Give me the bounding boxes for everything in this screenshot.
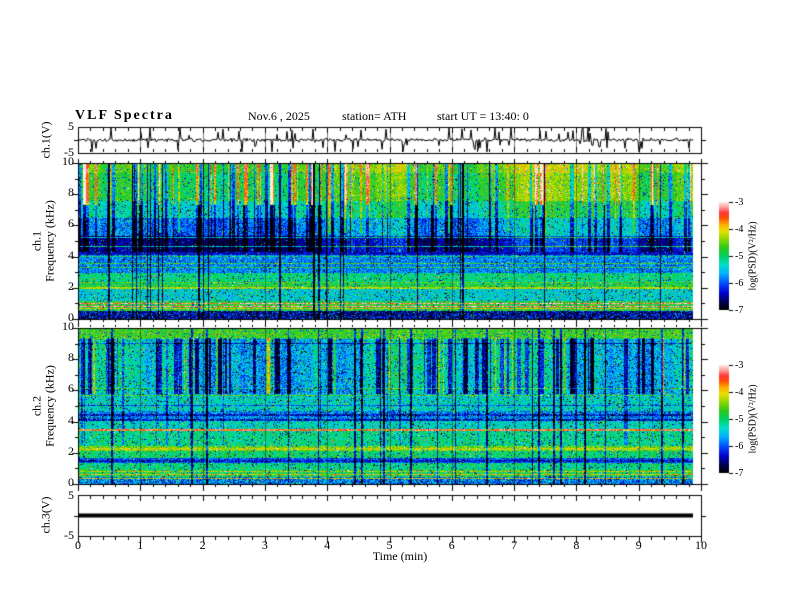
- colorbar1-tick-label: -3: [735, 197, 744, 208]
- spec2-freq-axis-label: Frequency (kHz): [42, 365, 57, 447]
- spec1-freq-axis-label: Frequency (kHz): [42, 200, 57, 282]
- ch3-ymax-label: 5: [68, 488, 74, 502]
- spec1-y-tick-label: 0: [68, 310, 74, 324]
- ch3-wave-axis-label: ch.3(V): [38, 496, 53, 534]
- time-axis-label: Time (min): [372, 549, 428, 563]
- spec2-y-tick-label: 8: [68, 350, 74, 365]
- plot-canvas: [0, 0, 792, 612]
- x-tick-label: 10: [695, 538, 707, 552]
- spec1-y-tick-label: 10: [62, 154, 74, 168]
- vlf-spectra-plot: VLF Spectra Nov.6 , 2025 station= ATH st…: [0, 0, 792, 612]
- x-tick-label: 5: [386, 538, 393, 552]
- colorbar2-tick-label: -7: [735, 468, 744, 479]
- x-tick-label: 3: [261, 538, 268, 552]
- spec2-y-tick-label: 0: [68, 475, 74, 489]
- spec2-y-tick-label: 4: [68, 412, 74, 427]
- colorbar2-label: log(PSD)(V²/Hz): [747, 384, 759, 454]
- colorbar2-tick-label: -4: [735, 387, 744, 398]
- colorbar2-tick-label: -5: [735, 414, 744, 425]
- spec1-y-tick-label: 6: [68, 216, 74, 231]
- spec2-y-tick-label: 6: [68, 381, 74, 396]
- x-tick-label: 7: [511, 538, 518, 552]
- colorbar1-label: log(PSD)(V²/Hz): [747, 221, 759, 291]
- x-tick-label: 1: [137, 538, 144, 552]
- ch1-wave-axis-label: ch.1(V): [38, 121, 53, 159]
- plot-title: VLF Spectra: [75, 108, 174, 123]
- colorbar2-tick-label: -6: [735, 441, 744, 452]
- x-tick-label: 6: [448, 538, 455, 552]
- colorbar1-tick-label: -6: [735, 278, 744, 289]
- ch1-ymax-label: 5: [68, 119, 74, 133]
- station-label: station= ATH: [342, 109, 407, 123]
- colorbar2-tick-label: -3: [735, 360, 744, 371]
- spec1-y-tick-label: 4: [68, 247, 74, 262]
- x-tick-label: 0: [75, 538, 81, 552]
- x-tick-label: 8: [573, 538, 580, 552]
- colorbar1-tick-label: -7: [735, 305, 744, 316]
- x-tick-label: 4: [324, 538, 331, 552]
- spec2-y-tick-label: 2: [68, 443, 74, 458]
- ch3-ymin-label: -5: [64, 528, 74, 542]
- colorbar1-tick-label: -4: [735, 224, 744, 235]
- spec1-y-tick-label: 2: [68, 278, 74, 293]
- x-tick-label: 2: [199, 538, 206, 552]
- start-ut-label: start UT = 13:40: 0: [437, 109, 529, 123]
- x-tick-label: 9: [635, 538, 642, 552]
- date-label: Nov.6 , 2025: [248, 109, 310, 123]
- colorbar1-tick-label: -5: [735, 251, 744, 262]
- spec1-y-tick-label: 8: [68, 185, 74, 200]
